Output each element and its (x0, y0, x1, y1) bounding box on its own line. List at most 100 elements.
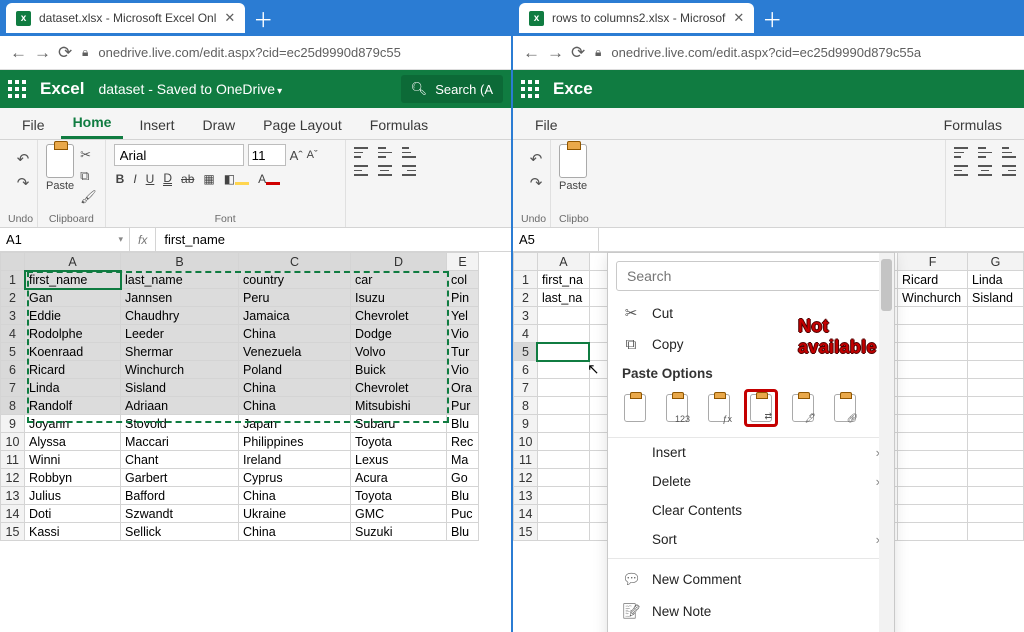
cell[interactable]: China (239, 325, 351, 343)
cell[interactable] (968, 379, 1024, 397)
row-header[interactable]: 3 (514, 307, 538, 325)
cell[interactable]: Philippines (239, 433, 351, 451)
align-center-icon[interactable] (978, 165, 992, 176)
row-header[interactable]: 12 (514, 469, 538, 487)
cell[interactable]: Winchurch (121, 361, 239, 379)
ctx-delete[interactable]: Delete› (608, 467, 894, 496)
cell[interactable]: Acura (351, 469, 447, 487)
cell[interactable] (537, 325, 589, 343)
row-header[interactable]: 1 (514, 271, 538, 289)
paste-option-link[interactable]: 🔗︎ (828, 389, 862, 427)
format-painter-icon[interactable]: 🖌︎ (80, 189, 97, 205)
cell[interactable]: China (239, 523, 351, 541)
cell[interactable]: Toyota (351, 433, 447, 451)
cell[interactable]: Ricard (898, 271, 968, 289)
cell[interactable]: Adriaan (121, 397, 239, 415)
spreadsheet-grid[interactable]: A B C D E 1first_namelast_namecountrycar… (0, 252, 511, 632)
cell[interactable]: Mitsubishi (351, 397, 447, 415)
row-header[interactable]: 2 (1, 289, 25, 307)
italic-button[interactable]: I (133, 172, 136, 186)
paste-option-formulas[interactable]: ƒx (702, 389, 736, 427)
cell[interactable] (898, 433, 968, 451)
close-tab-icon[interactable]: ✕ (224, 10, 235, 26)
row-header[interactable]: 10 (1, 433, 25, 451)
cell[interactable]: Ireland (239, 451, 351, 469)
ctx-number-format[interactable]: 123Number Format... (608, 627, 894, 632)
undo-icon[interactable]: ↶ (530, 150, 543, 168)
scrollbar[interactable] (879, 253, 894, 632)
cell[interactable]: Garbert (121, 469, 239, 487)
cell[interactable] (968, 523, 1024, 541)
ctx-new-note[interactable]: 📝︎New Note (608, 595, 894, 627)
cell[interactable]: GMC (351, 505, 447, 523)
cell[interactable]: Peru (239, 289, 351, 307)
underline-button[interactable]: U (146, 172, 155, 186)
cell[interactable]: Linda (968, 271, 1024, 289)
cell[interactable]: Suzuki (351, 523, 447, 541)
col-header-c[interactable]: C (239, 253, 351, 271)
cell[interactable] (898, 361, 968, 379)
row-header[interactable]: 5 (1, 343, 25, 361)
reload-icon[interactable]: ⟳ (58, 43, 72, 63)
align-right-icon[interactable] (1002, 165, 1016, 176)
cell[interactable]: Yel (447, 307, 479, 325)
cell[interactable]: country (239, 271, 351, 289)
undo-icon[interactable]: ↶ (17, 150, 30, 168)
cell[interactable]: Sisland (968, 289, 1024, 307)
cell[interactable]: Blu (447, 523, 479, 541)
font-name-input[interactable] (114, 144, 244, 166)
cell[interactable]: Eddie (25, 307, 121, 325)
cell[interactable] (537, 433, 589, 451)
cell[interactable]: Chevrolet (351, 379, 447, 397)
cell[interactable] (968, 469, 1024, 487)
redo-icon[interactable]: ↷ (530, 174, 543, 192)
col-header-b[interactable]: B (121, 253, 239, 271)
cell[interactable]: Randolf (25, 397, 121, 415)
cell[interactable] (898, 379, 968, 397)
cell[interactable] (898, 397, 968, 415)
bold-button[interactable]: B (116, 172, 125, 186)
cell[interactable]: first_na (537, 271, 589, 289)
cell[interactable]: Rodolphe (25, 325, 121, 343)
align-bottom-icon[interactable] (402, 147, 416, 158)
forward-icon[interactable]: → (547, 43, 561, 63)
col-header-g[interactable]: G (968, 253, 1024, 271)
cell[interactable]: Alyssa (25, 433, 121, 451)
cell[interactable]: Maccari (121, 433, 239, 451)
col-header-e[interactable]: E (447, 253, 479, 271)
row-header[interactable]: 9 (514, 415, 538, 433)
row-header[interactable]: 13 (1, 487, 25, 505)
align-left-icon[interactable] (354, 165, 368, 176)
url-text[interactable]: onedrive.live.com/edit.aspx?cid=ec25d999… (611, 45, 921, 60)
tab-page-layout[interactable]: Page Layout (251, 111, 354, 139)
cell[interactable] (968, 307, 1024, 325)
cell[interactable]: Isuzu (351, 289, 447, 307)
cell[interactable] (537, 505, 589, 523)
paste-option-keep-source[interactable] (618, 389, 652, 427)
align-middle-icon[interactable] (978, 147, 992, 158)
cell[interactable] (537, 487, 589, 505)
col-header-a[interactable]: A (25, 253, 121, 271)
cell[interactable] (537, 361, 589, 379)
tab-file[interactable]: File (523, 111, 570, 139)
cell[interactable]: Venezuela (239, 343, 351, 361)
align-right-icon[interactable] (402, 165, 416, 176)
cell[interactable]: Chevrolet (351, 307, 447, 325)
paste-button[interactable]: Paste (46, 144, 74, 205)
cell[interactable]: Go (447, 469, 479, 487)
cell[interactable]: Ora (447, 379, 479, 397)
cell[interactable]: Rec (447, 433, 479, 451)
tab-file[interactable]: File (10, 111, 57, 139)
document-status[interactable]: dataset - Saved to OneDrive▾ (98, 81, 282, 97)
cell[interactable]: car (351, 271, 447, 289)
cell[interactable] (898, 343, 968, 361)
cell[interactable] (968, 505, 1024, 523)
new-tab-button[interactable]: ＋ (758, 4, 786, 32)
align-left-icon[interactable] (954, 165, 968, 176)
row-header[interactable]: 11 (1, 451, 25, 469)
redo-icon[interactable]: ↷ (17, 174, 30, 192)
cell[interactable] (968, 343, 1024, 361)
cell[interactable]: China (239, 397, 351, 415)
row-header[interactable]: 6 (1, 361, 25, 379)
back-icon[interactable]: ← (523, 43, 537, 63)
